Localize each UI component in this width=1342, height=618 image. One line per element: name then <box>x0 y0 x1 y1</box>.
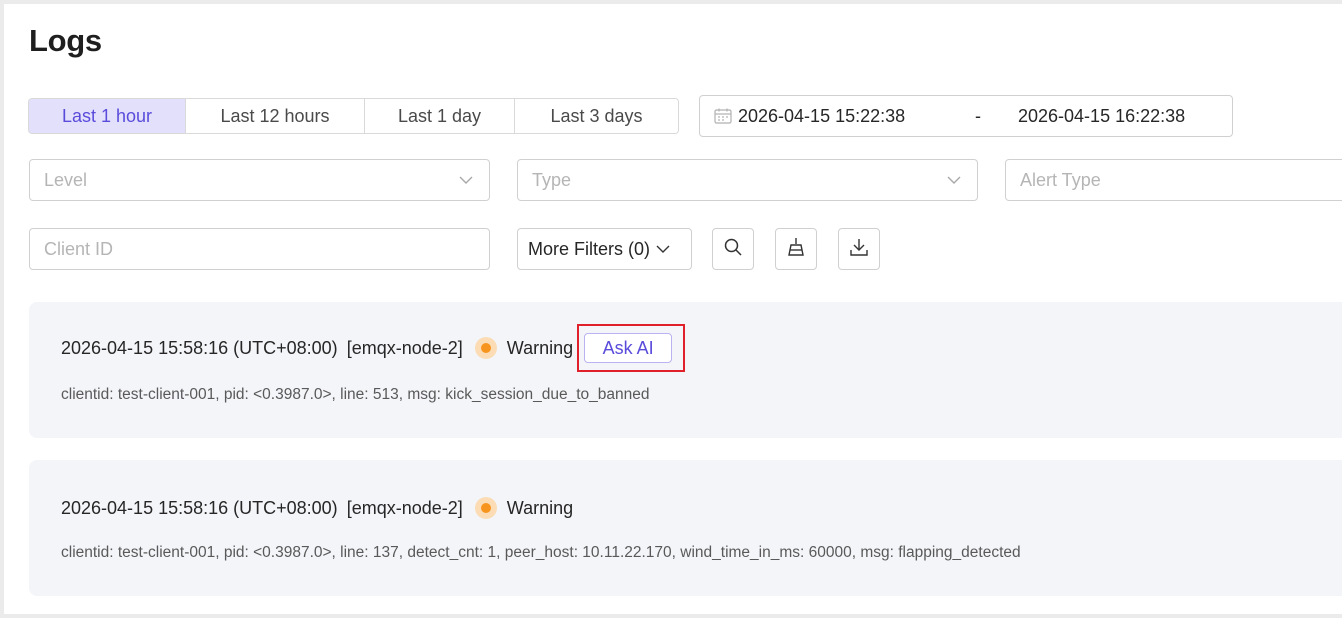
date-range-start[interactable]: 2026-04-15 15:22:38 <box>738 106 938 127</box>
log-entry-header: 2026-04-15 15:58:16 (UTC+08:00) [emqx-no… <box>61 324 686 372</box>
date-range-picker[interactable]: 2026-04-15 15:22:38 - 2026-04-15 16:22:3… <box>699 95 1233 137</box>
chevron-down-icon <box>656 242 670 256</box>
log-node: [emqx-node-2] <box>346 337 463 358</box>
ask-ai-highlight: Ask AI <box>577 324 686 372</box>
alert-type-select-placeholder: Alert Type <box>1020 169 1101 190</box>
level-select[interactable]: Level <box>29 159 490 201</box>
log-entry: 2026-04-15 15:58:16 (UTC+08:00) [emqx-no… <box>29 460 1342 596</box>
type-select[interactable]: Type <box>517 159 978 201</box>
log-entry: 2026-04-15 15:58:16 (UTC+08:00) [emqx-no… <box>29 302 1342 438</box>
log-message: clientid: test-client-001, pid: <0.3987.… <box>61 544 1021 561</box>
chevron-down-icon <box>947 173 961 187</box>
client-id-input[interactable]: Client ID <box>29 228 490 270</box>
more-filters-button[interactable]: More Filters (0) <box>517 228 692 270</box>
time-range-last-1-hour[interactable]: Last 1 hour <box>29 99 186 133</box>
download-button[interactable] <box>838 228 880 270</box>
log-message: clientid: test-client-001, pid: <0.3987.… <box>61 386 650 403</box>
log-level: Warning <box>506 337 574 358</box>
level-select-placeholder: Level <box>44 169 88 190</box>
log-level: Warning <box>506 497 574 518</box>
more-filters-label: More Filters (0) <box>528 238 651 259</box>
logs-page: Logs Last 1 hour Last 12 hours Last 1 da… <box>4 4 1342 614</box>
page-title: Logs <box>29 23 102 58</box>
time-range-selector: Last 1 hour Last 12 hours Last 1 day Las… <box>28 98 679 134</box>
time-range-last-3-days[interactable]: Last 3 days <box>515 99 678 133</box>
log-timestamp: 2026-04-15 15:58:16 (UTC+08:00) <box>61 337 338 358</box>
client-id-placeholder: Client ID <box>44 238 114 259</box>
log-node: [emqx-node-2] <box>346 497 463 518</box>
warning-dot-icon <box>474 497 497 519</box>
date-range-end[interactable]: 2026-04-15 16:22:38 <box>1018 106 1218 127</box>
time-range-last-1-day[interactable]: Last 1 day <box>365 99 515 133</box>
time-range-last-12-hours[interactable]: Last 12 hours <box>186 99 365 133</box>
chevron-down-icon <box>459 173 473 187</box>
alert-type-select[interactable]: Alert Type <box>1005 159 1342 201</box>
clear-filters-button[interactable] <box>775 228 817 270</box>
log-timestamp: 2026-04-15 15:58:16 (UTC+08:00) <box>61 497 338 518</box>
date-range-separator: - <box>975 105 981 126</box>
log-entry-header: 2026-04-15 15:58:16 (UTC+08:00) [emqx-no… <box>61 497 573 519</box>
search-icon <box>724 238 742 261</box>
calendar-icon <box>714 108 732 124</box>
search-button[interactable] <box>712 228 754 270</box>
download-icon <box>849 237 869 262</box>
warning-dot-icon <box>474 337 497 359</box>
clear-icon <box>786 237 806 262</box>
type-select-placeholder: Type <box>532 169 572 190</box>
ask-ai-button[interactable]: Ask AI <box>584 333 673 363</box>
